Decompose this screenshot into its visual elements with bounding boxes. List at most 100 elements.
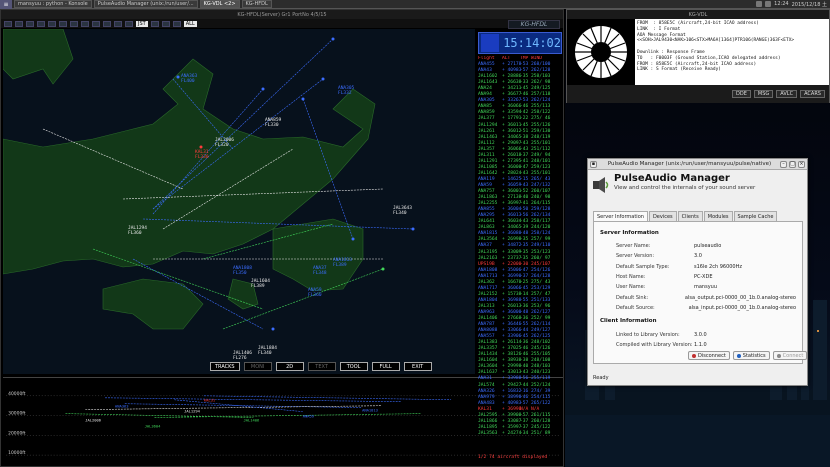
tray-clock[interactable]: 12:24 [774, 1, 788, 7]
minimize-icon[interactable]: – [780, 160, 787, 168]
hfdl-status-icon [481, 34, 500, 52]
taskbar-task-0[interactable]: mansyuu : python - Konsole [14, 0, 92, 8]
info-value: 1.1.0 [694, 342, 707, 349]
pulse-status-bar: Ready [593, 375, 609, 381]
client-info-heading: Client Information [600, 318, 657, 324]
svg-text:FL330: FL330 [195, 154, 209, 160]
flight-cell: + 24274 [502, 430, 522, 436]
pulse-header: PulseAudio Manager View and control the … [592, 173, 804, 199]
info-value: alsa_input.pci-0000_00_1b.0.analog-stere… [688, 304, 796, 311]
statistics-button[interactable]: Statistics [732, 351, 770, 360]
map-button-tracks[interactable]: TRACKS [210, 362, 240, 371]
flight-row[interactable]: JAL3563 + 24274 -34 251/ 89 [478, 431, 562, 437]
svg-text:ANA59: ANA59 [303, 415, 314, 419]
airline-select[interactable]: ALL [183, 20, 197, 27]
svg-text:FL348: FL348 [313, 270, 327, 276]
map-button-moni[interactable]: MONI [243, 362, 272, 371]
start-menu-button[interactable]: ≡ [0, 0, 12, 9]
map-button-text[interactable]: TEXT [307, 362, 336, 371]
svg-text:FL360: FL360 [308, 292, 322, 298]
tab-devices[interactable]: Devices [648, 211, 677, 221]
pulse-title-bar[interactable]: ▪ PulseAudio Manager (unix:/run/user/man… [588, 159, 807, 170]
flight-list[interactable]: Flight ALT TMP WIND ANA455 + 27178 -53 268/… [478, 56, 562, 456]
info-row: Linked to Library Version: 3.0.0 [616, 332, 796, 338]
flight-cell: JAL3563 [478, 430, 498, 436]
flight-cell: 251/ 89 [531, 430, 551, 436]
apply-button[interactable] [150, 20, 159, 27]
pulse-tab-bar: Server Information Devices Clients Modules S… [593, 211, 778, 221]
tab-modules[interactable]: Modules [703, 211, 733, 221]
taskbar: ≡ mansyuu : python - Konsole PulseAudio M… [0, 0, 830, 9]
vdl-body: FROM : 858E5C (Aircraft,24-bit ICAO addr… [567, 19, 829, 103]
open-button[interactable] [4, 20, 12, 27]
server-info-heading: Server Information [600, 230, 659, 236]
maximize-icon[interactable]: □ [789, 160, 796, 168]
map-button-full[interactable]: FULL [371, 362, 400, 371]
svg-text:FL360: FL360 [128, 230, 142, 236]
map-button-bar: TRACKS MONI 2D TEXT TOOL FULL EXIT [210, 362, 432, 371]
zoom-in-button[interactable] [37, 20, 45, 27]
radar-map[interactable]: ANA363FL400 KAL31FL330 JAL2006FL320 JAL1… [3, 29, 475, 374]
close-icon[interactable]: × [798, 160, 805, 168]
taskbar-task-3[interactable]: KG-HFDL [241, 0, 272, 8]
disconnect-button[interactable]: Disconnect [688, 351, 730, 360]
center-button[interactable] [59, 20, 67, 27]
svg-text:FL400: FL400 [181, 78, 195, 84]
settings-button[interactable] [26, 20, 34, 27]
vdl-logo-icon [567, 19, 635, 85]
vdl-button-avlc[interactable]: AVLC [776, 90, 798, 98]
svg-text:FL330: FL330 [265, 122, 279, 128]
flight-list-status: 1/2 74 aircraft displayed [478, 455, 548, 460]
refresh-button[interactable] [161, 20, 170, 27]
tab-sample-cache[interactable]: Sample Cache [733, 211, 778, 221]
svg-text:FL389: FL389 [333, 262, 347, 268]
layer-button[interactable] [81, 20, 89, 27]
info-key: Default Sink: [616, 294, 649, 301]
disconnect-icon [692, 353, 696, 358]
vdl-button-dde[interactable]: DDE [732, 90, 751, 98]
taskbar-task-1[interactable]: PulseAudio Manager (unix:/run/user/... [93, 0, 198, 8]
pulseaudio-logo-icon [593, 177, 609, 193]
label-button[interactable] [92, 20, 100, 27]
taskbar-task-2[interactable]: KG-VDL <2> [199, 0, 240, 8]
info-row: Default Sink: alsa_output.pci-0000_00_1b.… [616, 295, 796, 301]
info-key: Linked to Library Version: [616, 332, 680, 338]
svg-text:JAL3604: JAL3604 [145, 424, 162, 428]
info-row: Compiled with Library Version: 1.1.0 [616, 342, 796, 348]
pulseaudio-window: ▪ PulseAudio Manager (unix:/run/user/man… [587, 158, 808, 386]
tab-clients[interactable]: Clients [677, 211, 703, 221]
profile-label-10000: 10000ft [8, 450, 26, 456]
map-button-exit[interactable]: EXIT [403, 362, 432, 371]
zoom-out-button[interactable] [48, 20, 56, 27]
range-button[interactable] [103, 20, 111, 27]
volume-icon[interactable] [765, 1, 772, 7]
network-icon[interactable] [756, 1, 763, 7]
hfdl-clock-panel: 15:14:02 [478, 32, 562, 54]
tab-server-information[interactable]: Server Information [593, 211, 648, 221]
svg-text:FL276: FL276 [233, 355, 247, 361]
vdl-button-acars[interactable]: ACARS [800, 90, 825, 98]
window-menu-icon[interactable]: ▪ [590, 160, 597, 168]
info-value: s16le 2ch 96000Hz [694, 263, 743, 270]
svg-text:FL350: FL350 [233, 270, 247, 276]
save-button[interactable] [15, 20, 23, 27]
info-value: 3.0 [694, 253, 702, 260]
map-button-tool[interactable]: TOOL [339, 362, 368, 371]
vdl-title-bar[interactable]: KG-VDL [567, 10, 829, 19]
vdl-button-msg[interactable]: MSG [753, 90, 774, 98]
info-row: Server Name: pulseaudio [616, 243, 796, 249]
pulse-subtitle: View and control the internals of your s… [614, 185, 756, 191]
info-button[interactable] [125, 20, 133, 27]
info-row: Default Source: alsa_input.pci-0000_00_1b… [616, 305, 796, 311]
connect-button[interactable]: Connect [772, 351, 808, 360]
profile-label-20000: 20000ft [8, 430, 26, 436]
map-button-2d[interactable]: 2D [275, 362, 304, 371]
info-key: Default Source: [616, 304, 655, 311]
list-button[interactable] [172, 20, 181, 27]
svg-text:FL340: FL340 [393, 210, 407, 216]
vdl-message-text: FROM : 858E5C (Aircraft,24-bit ICAO addr… [637, 21, 795, 73]
track-button[interactable] [114, 20, 122, 27]
timezone-select[interactable]: JST [136, 20, 148, 27]
hfdl-title-bar[interactable]: KG-HFDL(Server) Gr1 PortNo 4/5/15 [1, 10, 563, 19]
filter-button[interactable] [70, 20, 78, 27]
